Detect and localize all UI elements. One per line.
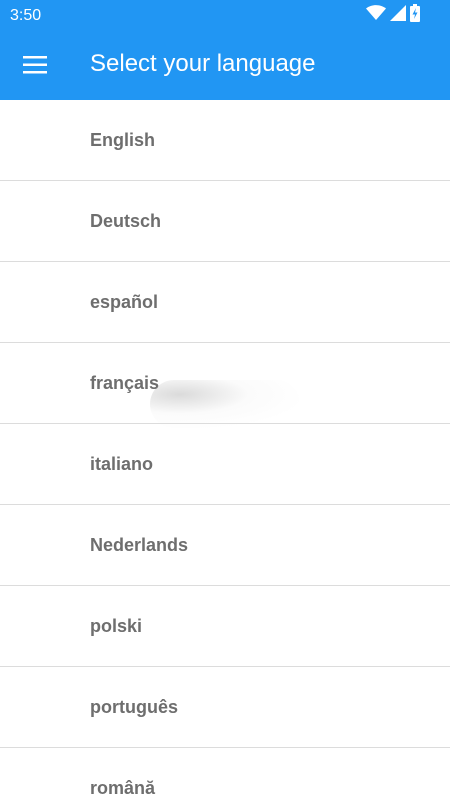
language-label: português <box>90 697 178 717</box>
language-label: polski <box>90 616 143 636</box>
language-label: italiano <box>90 454 154 474</box>
language-item-polski[interactable]: polski <box>0 586 450 667</box>
wifi-icon <box>366 4 386 26</box>
menu-button[interactable] <box>12 42 58 88</box>
signal-icon <box>390 4 406 26</box>
language-item-portugues[interactable]: português <box>0 667 450 748</box>
app-bar: Select your language <box>0 32 450 100</box>
language-label: Nederlands <box>90 535 189 555</box>
status-icons <box>366 3 420 27</box>
status-time: 3:50 <box>10 7 42 24</box>
language-item-francais[interactable]: français <box>0 343 450 424</box>
top-bar: 3:50 Select your language <box>0 0 450 100</box>
battery-charging-icon <box>410 3 420 27</box>
language-item-nederlands[interactable]: Nederlands <box>0 505 450 586</box>
page-title: Select your language <box>90 50 316 77</box>
hamburger-menu-icon <box>23 56 47 74</box>
language-label: Deutsch <box>90 211 162 231</box>
language-label: română <box>90 778 156 798</box>
language-item-italiano[interactable]: italiano <box>0 424 450 505</box>
language-screen: 3:50 Select your language English Deutsc… <box>0 0 450 800</box>
language-item-romana[interactable]: română <box>0 748 450 800</box>
language-item-english[interactable]: English <box>0 100 450 181</box>
status-bar: 3:50 <box>0 0 450 32</box>
language-list: English Deutsch español français italian… <box>0 100 450 800</box>
language-label: English <box>90 130 156 150</box>
language-label: español <box>90 292 159 312</box>
language-item-espanol[interactable]: español <box>0 262 450 343</box>
language-label: français <box>90 373 160 393</box>
language-item-deutsch[interactable]: Deutsch <box>0 181 450 262</box>
